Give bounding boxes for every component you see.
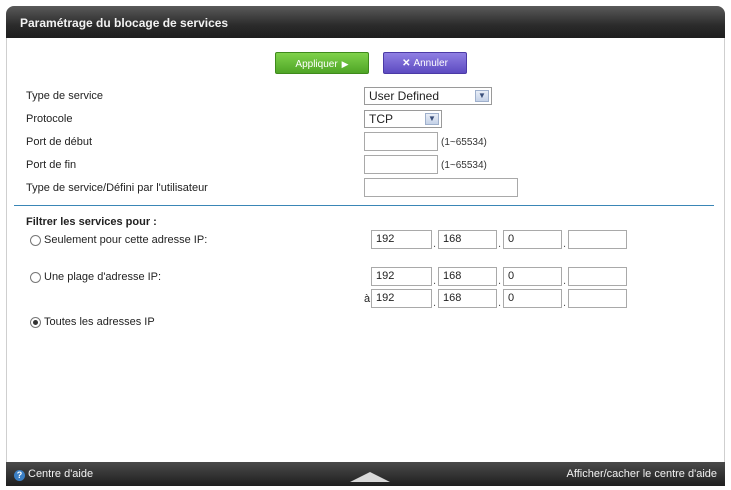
chevron-down-icon: ▼ (425, 113, 439, 125)
ip-dot: . (433, 297, 437, 309)
play-arrow-icon: ▶ (341, 59, 349, 69)
range-ip-label: Une plage d'adresse IP: (44, 271, 162, 283)
apply-button-label: Appliquer (295, 59, 338, 70)
apply-button[interactable]: Appliquer ▶ (275, 52, 369, 74)
ip-dot: . (498, 238, 502, 250)
range-end-octet-4[interactable] (568, 289, 627, 308)
ip-dot: . (498, 297, 502, 309)
single-ip-octet-4[interactable] (568, 230, 627, 249)
filter-heading: Filtrer les services pour : (26, 216, 157, 228)
range-end-octet-1[interactable]: 192 (371, 289, 432, 308)
end-port-range: (1~65534) (441, 160, 487, 171)
single-ip-label: Seulement pour cette adresse IP: (44, 234, 208, 246)
start-port-input[interactable] (364, 132, 438, 151)
range-start-octet-2[interactable]: 168 (438, 267, 497, 286)
all-ip-label: Toutes les adresses IP (44, 316, 155, 328)
range-start-octet-1[interactable]: 192 (371, 267, 432, 286)
user-defined-label: Type de service/Défini par l'utilisateur (26, 182, 208, 194)
end-port-input[interactable] (364, 155, 438, 174)
start-port-label: Port de début (26, 136, 93, 148)
user-defined-input[interactable] (364, 178, 518, 197)
help-footer: ? Centre d'aide Afficher/cacher le centre… (6, 462, 725, 486)
ip-dot: . (498, 275, 502, 287)
service-type-value: User Defined (369, 89, 440, 103)
single-ip-octet-3[interactable]: 0 (503, 230, 562, 249)
range-ip-radio[interactable] (30, 272, 41, 283)
protocol-label: Protocole (26, 113, 73, 125)
window-title: Paramétrage du blocage de services (6, 6, 725, 38)
all-ip-radio[interactable] (30, 317, 41, 328)
range-start-octet-3[interactable]: 0 (503, 267, 562, 286)
range-end-prefix: à (364, 293, 371, 305)
service-type-select[interactable]: User Defined ▼ (364, 87, 492, 105)
close-x-icon: ✕ (402, 58, 411, 69)
start-port-range: (1~65534) (441, 137, 487, 148)
single-ip-octet-2[interactable]: 168 (438, 230, 497, 249)
range-end-octet-3[interactable]: 0 (503, 289, 562, 308)
help-center-link[interactable]: ? Centre d'aide (14, 468, 93, 481)
range-end-octet-2[interactable]: 168 (438, 289, 497, 308)
triangle-up-icon[interactable] (350, 472, 390, 482)
single-ip-octet-1[interactable]: 192 (371, 230, 432, 249)
single-ip-radio[interactable] (30, 235, 41, 246)
ip-dot: . (563, 297, 567, 309)
ip-dot: . (563, 238, 567, 250)
section-divider (14, 205, 714, 206)
ip-dot: . (563, 275, 567, 287)
help-center-label: Centre d'aide (28, 468, 94, 480)
ip-dot: . (433, 238, 437, 250)
cancel-button-label: Annuler (413, 58, 448, 69)
end-port-label: Port de fin (26, 159, 77, 171)
chevron-down-icon: ▼ (475, 90, 489, 102)
cancel-button[interactable]: ✕ Annuler (383, 52, 467, 74)
ip-dot: . (433, 275, 437, 287)
help-question-icon: ? (14, 470, 25, 481)
toggle-help-link[interactable]: Afficher/cacher le centre d'aide (567, 468, 717, 480)
service-type-label: Type de service (26, 90, 104, 102)
protocol-value: TCP (369, 112, 393, 126)
range-start-octet-4[interactable] (568, 267, 627, 286)
protocol-select[interactable]: TCP ▼ (364, 110, 442, 128)
